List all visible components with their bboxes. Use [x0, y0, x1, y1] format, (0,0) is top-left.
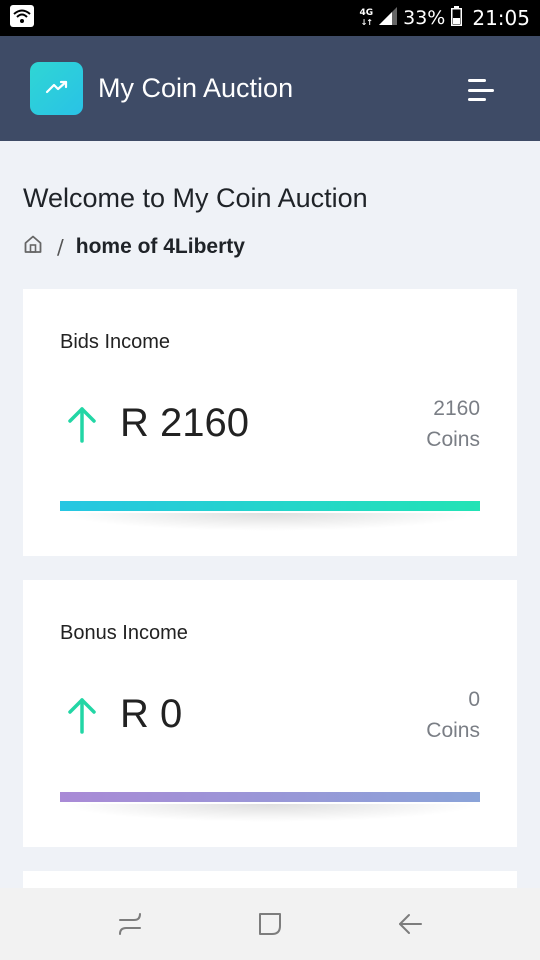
income-amount: R 0	[120, 692, 183, 736]
home-icon[interactable]	[23, 234, 43, 259]
income-card-bonus: Bonus Income R 0 0 Coins	[23, 580, 517, 847]
coins-summary: 0 Coins	[426, 684, 480, 746]
coins-label: Coins	[426, 428, 480, 451]
home-button-icon[interactable]	[250, 904, 290, 944]
app-header: My Coin Auction	[0, 36, 540, 141]
breadcrumb-separator: /	[57, 234, 64, 259]
progress-bar	[60, 792, 480, 822]
network-type: 4G ↓↑	[359, 8, 374, 28]
status-bar: 4G ↓↑ 33% 21:05	[0, 0, 540, 36]
battery-percent: 33%	[403, 7, 446, 29]
menu-icon[interactable]	[468, 79, 496, 101]
coins-summary: 2160 Coins	[426, 393, 480, 455]
back-icon[interactable]	[390, 904, 430, 944]
clock: 21:05	[472, 6, 530, 30]
income-amount: R 2160	[120, 401, 249, 445]
progress-bar	[60, 501, 480, 531]
recent-apps-icon[interactable]	[110, 904, 150, 944]
coins-value: 2160	[433, 397, 480, 420]
card-label: Bids Income	[60, 331, 171, 353]
coins-label: Coins	[426, 719, 480, 742]
progress-fill	[60, 501, 480, 511]
arrow-up-icon	[67, 405, 97, 447]
income-card-bids: Bids Income R 2160 2160 Coins	[23, 289, 517, 556]
coins-value: 0	[468, 688, 480, 711]
progress-fill	[60, 792, 480, 802]
breadcrumb: / home of 4Liberty	[23, 234, 245, 259]
app-logo[interactable]	[30, 62, 83, 115]
breadcrumb-current: home of 4Liberty	[75, 234, 245, 258]
trending-up-icon	[45, 79, 69, 99]
system-nav-bar	[0, 888, 540, 960]
battery-icon	[451, 5, 463, 31]
card-label: Bonus Income	[60, 622, 188, 644]
arrow-up-icon	[67, 696, 97, 738]
app-title: My Coin Auction	[98, 73, 294, 103]
page-title: Welcome to My Coin Auction	[23, 183, 368, 213]
wifi-icon	[10, 5, 34, 31]
signal-icon	[379, 6, 398, 30]
